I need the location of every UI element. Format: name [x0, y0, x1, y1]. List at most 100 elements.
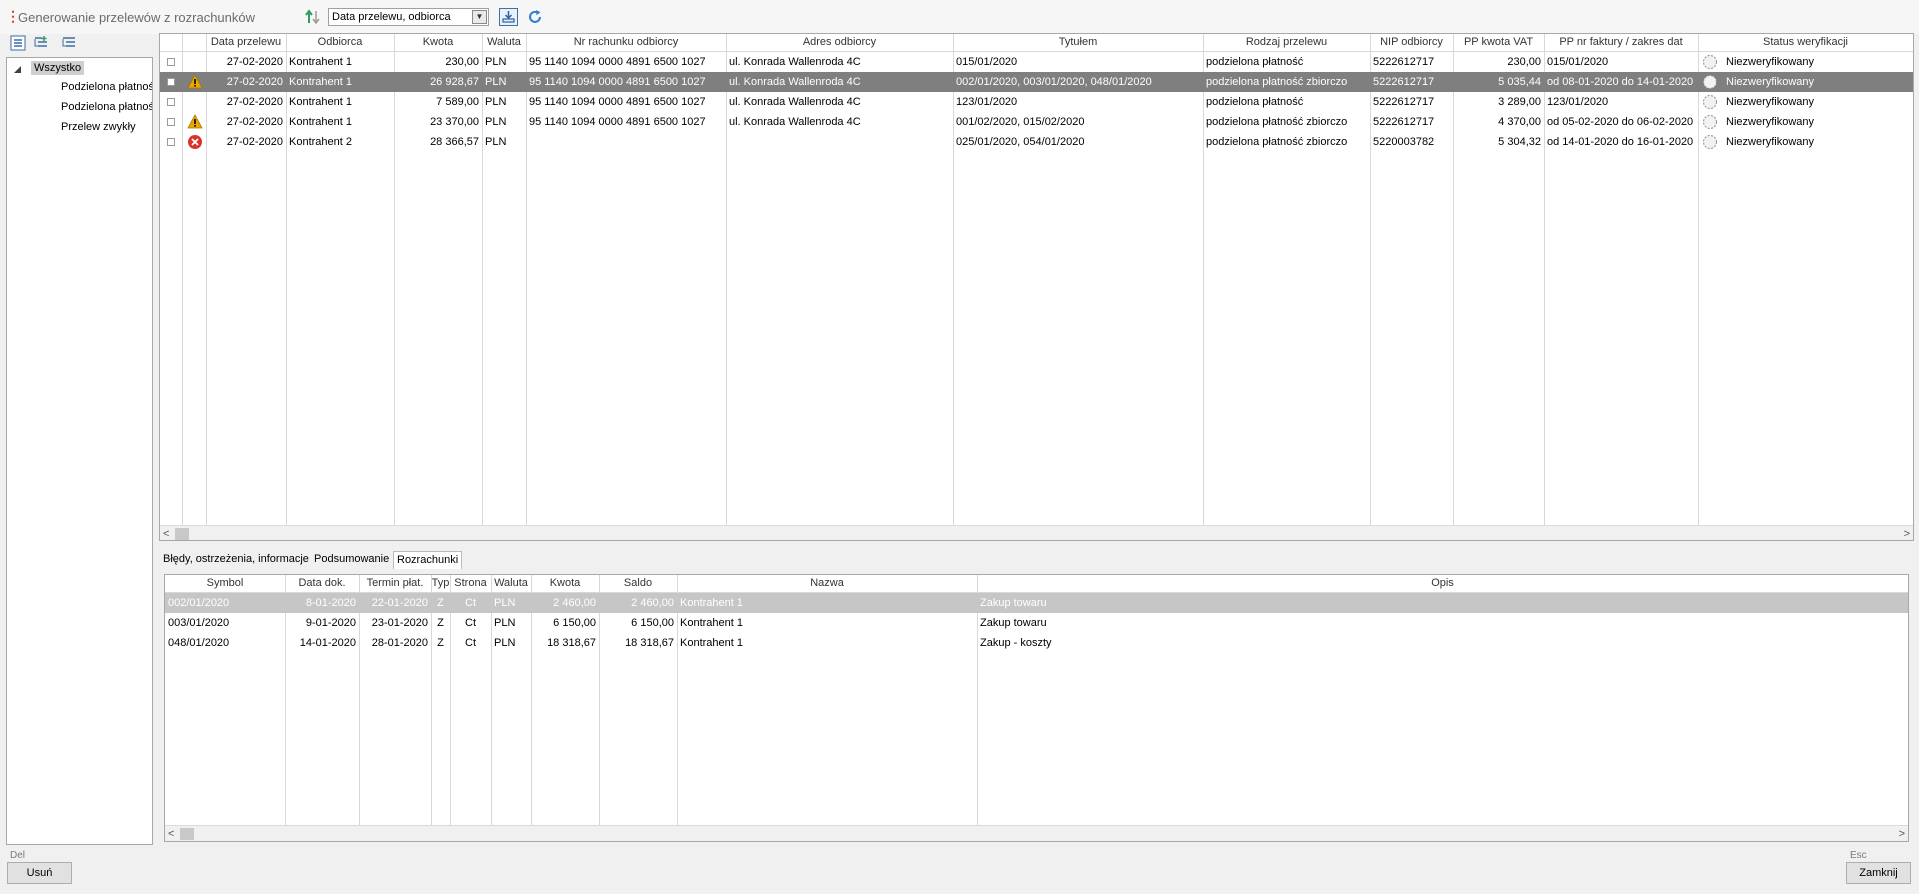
row-checkbox[interactable] — [167, 138, 175, 146]
amount-cell: 23 370,00 — [430, 116, 479, 128]
side-header[interactable]: Strona — [450, 575, 491, 593]
horizontal-scrollbar[interactable]: < > — [160, 525, 1913, 540]
select-column-header[interactable] — [160, 34, 182, 52]
symbol-cell: 048/01/2020 — [168, 637, 230, 649]
balance-cell: 6 150,00 — [631, 617, 674, 629]
vat-cell: 3 289,00 — [1498, 96, 1541, 108]
title-column-header[interactable]: Tytułem — [953, 34, 1203, 52]
refresh-icon — [529, 10, 541, 23]
currency-cell: PLN — [494, 597, 516, 609]
amount-cell: 18 318,67 — [547, 637, 596, 649]
sort-arrows-icon[interactable] — [304, 8, 322, 26]
tab-summary[interactable]: Podsumowanie — [311, 551, 392, 568]
scrollbar-thumb[interactable] — [180, 828, 194, 840]
row-checkbox[interactable] — [167, 78, 175, 86]
row-checkbox[interactable] — [167, 58, 175, 66]
transfers-grid[interactable]: Data przelewu Odbiorca Kwota Waluta Nr rachu… — [159, 33, 1914, 541]
table-row[interactable]: 27-02-2020 Kontrahent 1 230,00 PLN 95 1140 1… — [160, 52, 1913, 72]
title-cell: 001/02/2020, 015/02/2020 — [956, 116, 1085, 128]
invoice-column-header[interactable]: PP nr faktury / zakres dat — [1544, 34, 1698, 52]
date-column-header[interactable]: Data przelewu — [206, 34, 286, 52]
scroll-left-icon[interactable]: < — [168, 826, 174, 841]
type-cell: podzielona płatność — [1206, 56, 1304, 68]
row-checkbox[interactable] — [167, 98, 175, 106]
nip-cell: 5222612717 — [1373, 116, 1435, 128]
table-row[interactable]: 002/01/2020 8-01-2020 22-01-2020 Z Ct PLN 2 46… — [165, 593, 1908, 613]
tree-node-split-payment-bulk[interactable]: Podzielona płatność — [61, 101, 152, 113]
type-cell: Z — [437, 597, 444, 609]
account-column-header[interactable]: Nr rachunku odbiorcy — [526, 34, 726, 52]
amount-header[interactable]: Kwota — [531, 575, 599, 593]
account-cell: 95 1140 1094 0000 4891 6500 1027 — [529, 56, 706, 68]
horizontal-scrollbar-bottom[interactable]: < > — [165, 825, 1908, 841]
address-cell — [726, 132, 953, 152]
symbol-cell: 002/01/2020 — [168, 597, 230, 609]
tab-settlements[interactable]: Rozrachunki — [393, 551, 463, 569]
due-date-header[interactable]: Termin płat. — [359, 575, 431, 593]
unverified-status-icon — [1703, 95, 1717, 109]
table-row[interactable]: 27-02-2020 Kontrahent 1 23 370,00 PLN 95 114… — [160, 112, 1913, 132]
icon-column-header[interactable] — [182, 34, 206, 52]
recipient-cell: Kontrahent 2 — [289, 136, 352, 148]
date-cell: 27-02-2020 — [226, 116, 283, 128]
table-row[interactable]: 048/01/2020 14-01-2020 28-01-2020 Z Ct PLN 18 … — [165, 633, 1908, 653]
balance-cell: 18 318,67 — [625, 637, 674, 649]
address-cell: ul. Konrada Wallenroda 4C — [729, 116, 861, 128]
symbol-header[interactable]: Symbol — [165, 575, 285, 593]
invoice-cell: 015/01/2020 — [1547, 56, 1609, 68]
type-column-header[interactable]: Rodzaj przelewu — [1203, 34, 1370, 52]
vat-column-header[interactable]: PP kwota VAT — [1453, 34, 1544, 52]
vat-cell: 5 304,32 — [1498, 136, 1541, 148]
expand-all-icon[interactable] — [10, 35, 26, 51]
doc-date-header[interactable]: Data dok. — [285, 575, 359, 593]
settlements-grid[interactable]: Symbol Data dok. Termin płat. Typ Strona Walu… — [164, 574, 1909, 842]
table-row[interactable]: 27-02-2020 Kontrahent 1 26 928,67 PLN 95 114… — [160, 72, 1913, 92]
desc-header[interactable]: Opis — [977, 575, 1908, 593]
amount-cell: 28 366,57 — [430, 136, 479, 148]
category-tree[interactable]: Wszystko Podzielona płatność Podzielona … — [6, 57, 153, 845]
refresh-button[interactable] — [526, 8, 545, 26]
symbol-cell: 003/01/2020 — [168, 617, 230, 629]
date-cell: 27-02-2020 — [226, 136, 283, 148]
nip-column-header[interactable]: NIP odbiorcy — [1370, 34, 1453, 52]
status-cell: Niezweryfikowany — [1726, 56, 1815, 68]
name-cell: Kontrahent 1 — [680, 637, 743, 649]
tree-node-all[interactable]: Wszystko — [31, 61, 85, 75]
export-button[interactable] — [499, 8, 518, 26]
vat-cell: 230,00 — [1507, 56, 1541, 68]
close-button[interactable]: Zamknij — [1846, 862, 1911, 884]
delete-button[interactable]: Usuń — [7, 862, 72, 884]
due-date-cell: 23-01-2020 — [371, 617, 428, 629]
tree-node-regular-transfer[interactable]: Przelew zwykły — [61, 121, 136, 133]
tree-node-split-payment[interactable]: Podzielona płatność — [61, 81, 152, 93]
tree-expander-icon[interactable] — [14, 66, 21, 73]
table-row[interactable]: 27-02-2020 Kontrahent 1 7 589,00 PLN 95 1140… — [160, 92, 1913, 112]
scroll-right-icon[interactable]: > — [1904, 526, 1910, 540]
scroll-left-icon[interactable]: < — [163, 526, 169, 540]
type-header[interactable]: Typ — [431, 575, 450, 593]
invoice-cell: 123/01/2020 — [1547, 96, 1609, 108]
balance-header[interactable]: Saldo — [599, 575, 677, 593]
scroll-right-icon[interactable]: > — [1899, 826, 1905, 841]
row-checkbox[interactable] — [167, 118, 175, 126]
currency-header[interactable]: Waluta — [491, 575, 531, 593]
sort-order-select[interactable]: Data przelewu, odbiorca ▼ — [328, 8, 489, 26]
status-column-header[interactable]: Status weryfikacji — [1698, 34, 1913, 52]
status-cell: Niezweryfikowany — [1726, 96, 1815, 108]
amount-column-header[interactable]: Kwota — [394, 34, 482, 52]
nip-cell: 5220003782 — [1373, 136, 1435, 148]
table-row[interactable]: 003/01/2020 9-01-2020 23-01-2020 Z Ct PLN 6 15… — [165, 613, 1908, 633]
address-column-header[interactable]: Adres odbiorcy — [726, 34, 953, 52]
unverified-status-icon — [1703, 75, 1717, 89]
recipient-column-header[interactable]: Odbiorca — [286, 34, 394, 52]
name-header[interactable]: Nazwa — [677, 575, 977, 593]
tab-errors[interactable]: Błędy, ostrzeżenia, informacje — [160, 551, 312, 568]
chevron-down-icon[interactable]: ▼ — [472, 10, 487, 24]
scrollbar-thumb[interactable] — [175, 528, 189, 540]
warning-icon — [187, 114, 203, 129]
add-node-icon[interactable] — [33, 35, 49, 51]
title-cell: 015/01/2020 — [956, 56, 1018, 68]
collapse-all-icon[interactable] — [61, 35, 77, 51]
currency-column-header[interactable]: Waluta — [482, 34, 526, 52]
table-row[interactable]: 27-02-2020 Kontrahent 2 28 366,57 PLN 025/01… — [160, 132, 1913, 152]
